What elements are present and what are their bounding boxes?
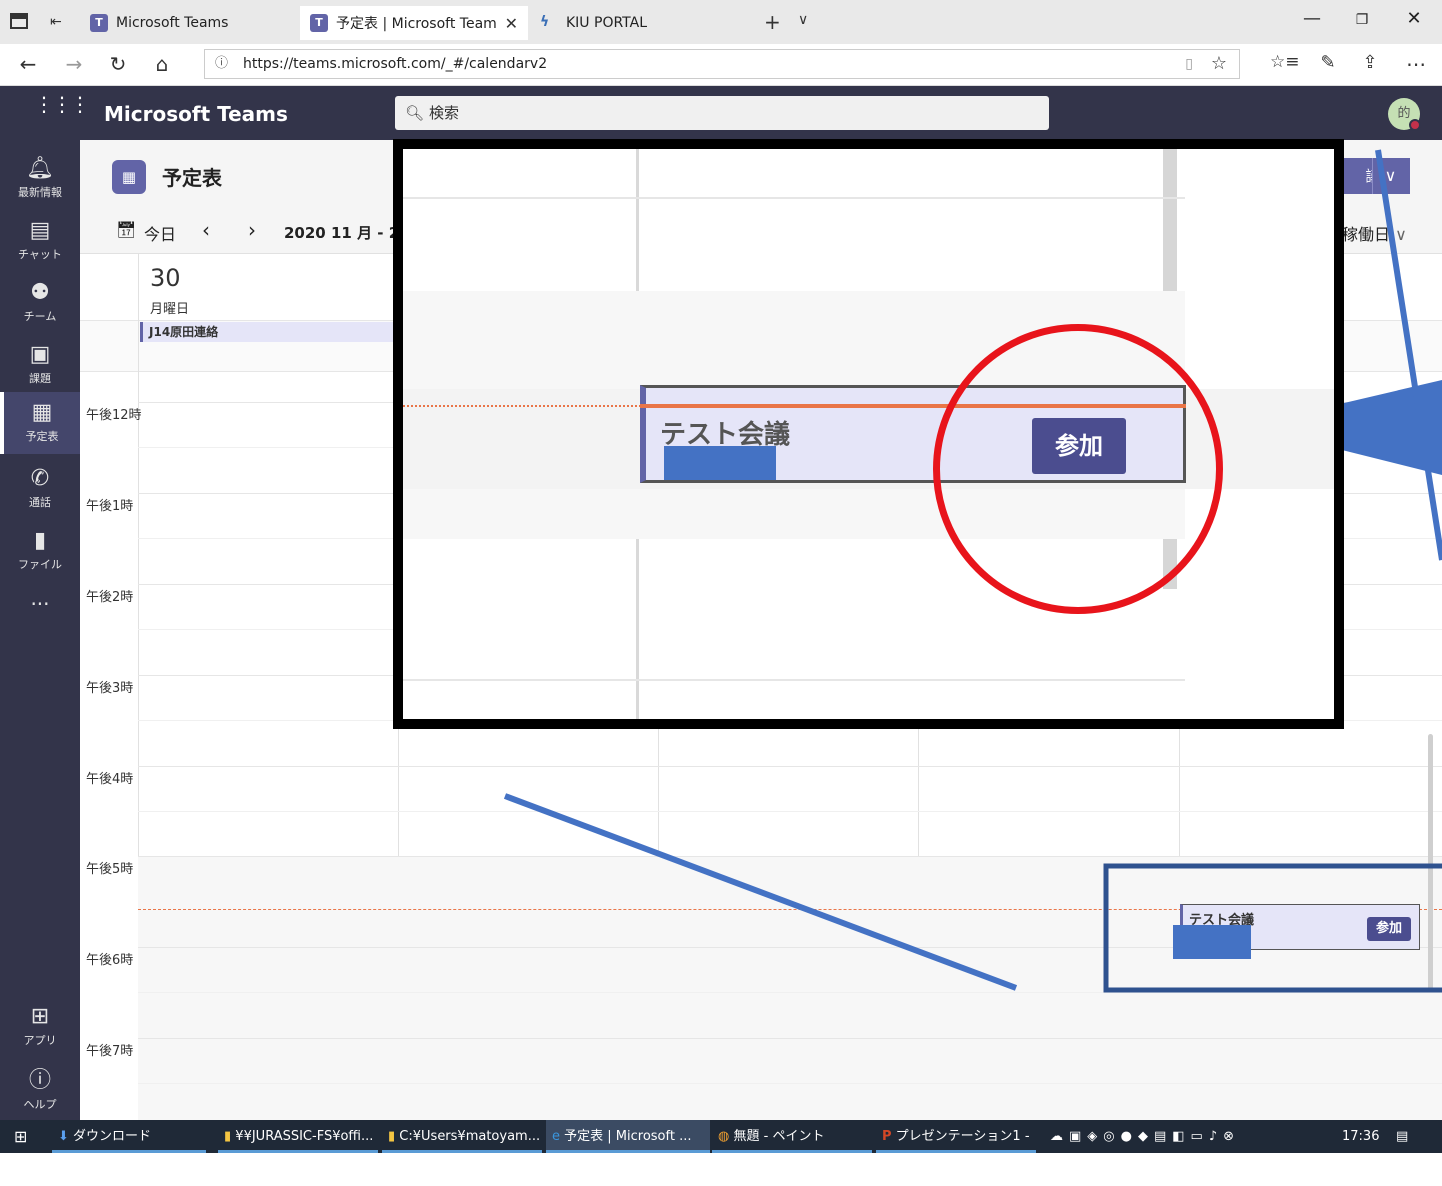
taskbar-item-edge[interactable]: e 予定表 | Microsoft ... bbox=[546, 1120, 710, 1153]
notification-icon[interactable]: ▤ bbox=[1390, 1120, 1408, 1153]
system-tray[interactable]: ☁▣◈◎●◆▤◧▭♪⊗ bbox=[1044, 1120, 1334, 1153]
highlight-circle bbox=[933, 324, 1223, 614]
taskbar-item-powerpoint[interactable]: P プレゼンテーション1 - ... bbox=[876, 1120, 1036, 1177]
zoom-callout: テスト会議 参加 bbox=[393, 139, 1344, 729]
clock[interactable]: 17:36 bbox=[1336, 1120, 1379, 1153]
download-icon: ⬇ bbox=[58, 1129, 69, 1144]
zoom-hour-line bbox=[403, 679, 1185, 681]
highlight-box bbox=[1103, 863, 1442, 993]
taskbar-label: C:¥Users¥matoyam... bbox=[399, 1129, 541, 1144]
taskbar-label: プレゼンテーション1 - ... bbox=[882, 1129, 1030, 1177]
zoom-time-line bbox=[403, 405, 641, 407]
folder-icon: ▮ bbox=[388, 1129, 396, 1144]
pointer-line bbox=[503, 793, 1018, 991]
taskbar-item-explorer2[interactable]: ▮ C:¥Users¥matoyam... bbox=[382, 1120, 542, 1153]
zoom-redaction-box bbox=[664, 446, 776, 480]
taskbar-label: ¥¥JURASSIC-FS¥offi... bbox=[235, 1129, 374, 1144]
taskbar-item-downloads[interactable]: ⬇ ダウンロード bbox=[52, 1120, 206, 1153]
paint-icon: ◍ bbox=[718, 1129, 730, 1144]
taskbar-item-explorer1[interactable]: ▮ ¥¥JURASSIC-FS¥offi... bbox=[218, 1120, 378, 1153]
taskbar-label: ダウンロード bbox=[73, 1129, 152, 1144]
folder-icon: ▮ bbox=[224, 1129, 232, 1144]
redaction-box bbox=[1173, 925, 1251, 959]
powerpoint-icon: P bbox=[882, 1129, 892, 1144]
pointer-line bbox=[1375, 149, 1442, 561]
zoom-hour-line bbox=[403, 197, 1185, 199]
edge-icon: e bbox=[552, 1129, 560, 1144]
taskbar-label: 無題 - ペイント bbox=[733, 1129, 825, 1144]
taskbar-item-paint[interactable]: ◍ 無題 - ペイント bbox=[712, 1120, 872, 1153]
windows-taskbar: ⊞ ⬇ ダウンロード ▮ ¥¥JURASSIC-FS¥offi... ▮ C:¥… bbox=[0, 1120, 1442, 1177]
start-button[interactable]: ⊞ bbox=[8, 1120, 27, 1153]
taskbar-label: 予定表 | Microsoft ... bbox=[564, 1129, 692, 1144]
